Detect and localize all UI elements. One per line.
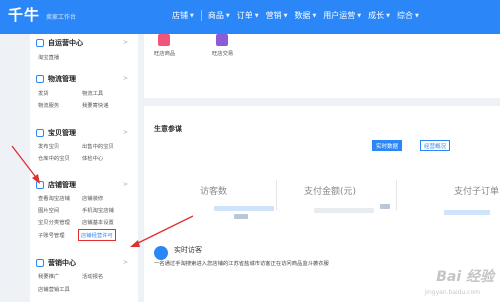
sidebar-section-header[interactable]: 物流管理 — [36, 74, 76, 84]
sidebar-link-marketing-tools[interactable]: 店铺营销工具 — [38, 285, 70, 293]
chevron-down-icon: ▼ — [415, 12, 419, 19]
app-label[interactable]: 旺店商品 — [154, 49, 175, 57]
sidebar-link-event-signup[interactable]: 活动报名 — [82, 272, 103, 280]
sidebar-link-logistics-service[interactable]: 物流服务 — [38, 101, 59, 109]
store-icon — [36, 181, 44, 189]
nav-store[interactable]: 店铺 ▼ — [172, 10, 194, 21]
sidebar-link-view-store[interactable]: 查看淘宝店铺 — [38, 194, 70, 202]
marketing-icon — [36, 259, 44, 267]
chevron-down-icon: ▼ — [357, 12, 362, 19]
sidebar-link-ship[interactable]: 发货 — [38, 89, 49, 97]
chevron-right-icon[interactable]: > — [123, 259, 128, 266]
sidebar-link-image-space[interactable]: 图片空间 — [38, 206, 59, 214]
blurred-value — [234, 214, 248, 219]
nav-user-ops[interactable]: 用户运营 ▼ — [323, 10, 361, 21]
sidebar-link-logistics-tools[interactable]: 物流工具 — [82, 89, 103, 97]
chevron-down-icon: ▼ — [190, 12, 194, 19]
truck-icon — [36, 75, 44, 83]
sidebar-link-category-management[interactable]: 宝贝分类管理 — [38, 218, 70, 226]
sidebar-link-sub-accounts[interactable]: 子账号管理 — [38, 231, 65, 239]
sidebar-link-promote[interactable]: 我要推广 — [38, 272, 59, 280]
sidebar-link-mobile-store[interactable]: 手机淘宝店铺 — [82, 206, 114, 214]
visitor-icon — [154, 246, 168, 260]
tab-realtime[interactable]: 实时数据 — [372, 140, 402, 151]
metric-payment-amount: 支付金额(元) — [304, 187, 357, 197]
chevron-right-icon[interactable]: > — [123, 181, 128, 188]
sidebar-section-header[interactable]: 店铺管理 — [36, 180, 76, 190]
chevron-down-icon: ▼ — [386, 12, 391, 19]
metric-visitors: 访客数 — [200, 187, 228, 197]
sidebar-section-header[interactable]: 自运营中心 — [36, 38, 83, 48]
chevron-down-icon: ▼ — [254, 12, 259, 19]
sidebar-section-title: 自运营中心 — [48, 39, 83, 47]
nav-divider — [200, 10, 202, 21]
app-label[interactable]: 旺店交易 — [212, 49, 233, 57]
sidebar-section-title: 店铺管理 — [48, 181, 76, 189]
blurred-value — [380, 204, 390, 209]
sidebar-link-store-basic-settings[interactable]: 店铺基本设置 — [82, 218, 114, 226]
chevron-down-icon: ▼ — [283, 12, 288, 19]
blurred-value — [314, 208, 374, 213]
chevron-right-icon[interactable]: > — [123, 75, 128, 82]
sidebar-section-header[interactable]: 营销中心 — [36, 258, 76, 268]
section-title: 生意参谋 — [154, 125, 182, 133]
nav-growth[interactable]: 成长 ▼ — [368, 10, 390, 21]
sidebar-section-header[interactable]: 宝贝管理 — [36, 128, 76, 138]
sidebar-link-items-on-sale[interactable]: 出售中的宝贝 — [82, 142, 114, 150]
blurred-value — [444, 210, 490, 215]
app-subtitle: 卖家工作台 — [46, 14, 77, 21]
divider — [276, 180, 277, 210]
app-logo[interactable]: 千牛 — [8, 4, 40, 25]
metric-sub-orders: 支付子订单 — [454, 187, 500, 197]
nav-marketing[interactable]: 营销 ▼ — [266, 10, 288, 21]
sidebar-link-health-center[interactable]: 体检中心 — [82, 154, 103, 162]
main-nav: 店铺 ▼ 商品 ▼ 订单 ▼ 营销 ▼ 数据 ▼ 用户运营 ▼ 成长 ▼ 综合 ▼ — [172, 10, 426, 21]
self-operation-icon — [36, 39, 44, 47]
box-icon — [36, 129, 44, 137]
nav-general[interactable]: 综合 ▼ — [397, 10, 419, 21]
nav-orders[interactable]: 订单 ▼ — [237, 10, 259, 21]
chevron-right-icon[interactable]: > — [123, 39, 128, 46]
blurred-value — [214, 206, 274, 211]
sidebar-link-send-express[interactable]: 我要寄快递 — [82, 101, 109, 109]
sidebar-link-taobao-live[interactable]: 淘宝直播 — [38, 53, 59, 61]
sidebar-link-items-in-warehouse[interactable]: 仓库中的宝贝 — [38, 154, 70, 162]
nav-products[interactable]: 商品 ▼ — [208, 10, 230, 21]
top-bar: 千牛 卖家工作台 店铺 ▼ 商品 ▼ 订单 ▼ 营销 ▼ 数据 ▼ 用户运营 ▼ 成长 ▼ 综… — [0, 0, 500, 34]
chevron-down-icon: ▼ — [225, 12, 230, 19]
watermark: Bai 经验 — [436, 269, 494, 285]
chevron-right-icon[interactable]: > — [123, 129, 128, 136]
watermark-url: jingyan.baidu.com — [424, 289, 480, 296]
sidebar-link-publish-item[interactable]: 发布宝贝 — [38, 142, 59, 150]
sidebar-link-business-license[interactable]: 店铺经营许可 — [78, 229, 116, 241]
sidebar-section-title: 宝贝管理 — [48, 129, 76, 137]
sidebar: 自运营中心 > 淘宝直播 物流管理 > 发货 物流工具 物流服务 我要寄快递 宝… — [30, 34, 138, 302]
sidebar-section-title: 营销中心 — [48, 259, 76, 267]
chevron-down-icon: ▼ — [312, 12, 317, 19]
divider — [396, 180, 397, 210]
product-app-icon[interactable] — [158, 34, 170, 46]
apps-card: 旺店商品 旺店交易 — [144, 34, 500, 98]
notice-title: 实时访客 — [174, 246, 202, 254]
nav-data[interactable]: 数据 ▼ — [294, 10, 316, 21]
notice-text: 一名通过手淘搜索进入您店铺的江苏省盐城市访客正在访问商品监斗袭衣服 — [154, 261, 329, 267]
tab-overview[interactable]: 经营概况 — [420, 140, 450, 151]
sidebar-link-store-decoration[interactable]: 店铺装修 — [82, 194, 103, 202]
trade-app-icon[interactable] — [216, 34, 228, 46]
sidebar-section-title: 物流管理 — [48, 75, 76, 83]
